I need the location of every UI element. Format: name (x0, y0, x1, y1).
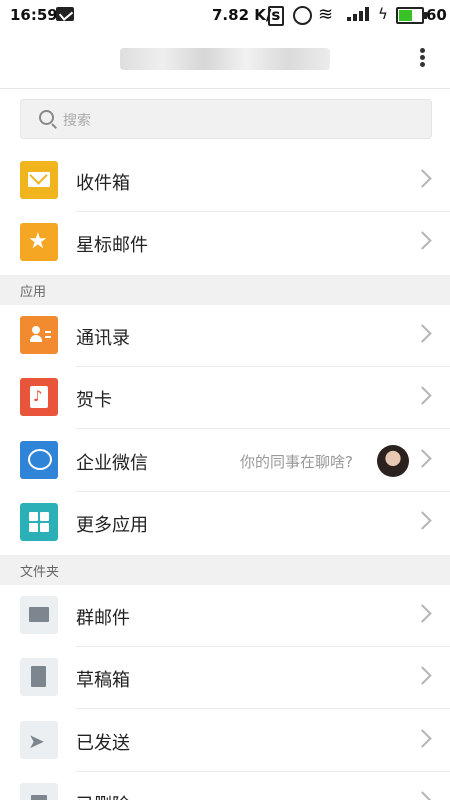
folder-icon (20, 596, 58, 634)
list-item-label: 通讯录 (76, 328, 130, 349)
alarm-icon (293, 6, 312, 25)
account-name-blurred[interactable] (120, 48, 330, 70)
section-label: 应用 (20, 285, 47, 300)
chevron-right-icon (413, 791, 432, 800)
star-icon: ★ (20, 223, 58, 261)
trash-icon (20, 783, 58, 800)
greeting-card-icon (20, 378, 58, 416)
list-item-more-apps[interactable]: 更多应用 (0, 492, 450, 554)
status-bar: 16:59 7.82 K/s ≋ ϟ 60 (0, 0, 450, 30)
contacts-icon (20, 316, 58, 354)
search-input[interactable]: 搜索 (20, 99, 432, 139)
chevron-right-icon (413, 604, 432, 623)
cell-signal-icon (347, 7, 373, 21)
divider (76, 708, 450, 709)
title-bar (0, 30, 450, 89)
vibrate-icon (268, 6, 284, 26)
list-item-label: 收件箱 (76, 173, 130, 194)
list-item-label: 已删除 (76, 791, 130, 800)
search-icon (39, 110, 54, 125)
chevron-right-icon (413, 324, 432, 343)
chevron-right-icon (413, 511, 432, 530)
more-apps-icon (20, 503, 58, 541)
list-item-group-mail[interactable]: 群邮件 (0, 585, 450, 647)
wework-hint: 你的同事在聊啥? (240, 453, 353, 471)
list-item-label: 更多应用 (76, 515, 148, 536)
list-item-label: 企业微信 (76, 453, 148, 474)
more-vertical-icon[interactable] (412, 46, 432, 72)
message-notification-icon (56, 7, 74, 21)
search-placeholder: 搜索 (63, 113, 91, 129)
chevron-right-icon (413, 449, 432, 468)
list-item-sent[interactable]: ➤ 已发送 (0, 710, 450, 772)
list-item-wework[interactable]: 企业微信 你的同事在聊啥? (0, 430, 450, 492)
list-item-label: 已发送 (76, 733, 130, 754)
status-time: 16:59 (10, 6, 58, 24)
list-item-label: 星标邮件 (76, 235, 148, 256)
section-label: 文件夹 (20, 565, 60, 580)
divider (76, 428, 450, 429)
inbox-icon (20, 161, 58, 199)
list-item-label: 贺卡 (76, 390, 112, 411)
chevron-right-icon (413, 231, 432, 250)
chevron-right-icon (413, 386, 432, 405)
charging-icon: ϟ (378, 5, 388, 23)
list-item-contacts[interactable]: 通讯录 (0, 305, 450, 367)
list-item-deleted[interactable]: 已删除 (0, 772, 450, 800)
drafts-icon (20, 658, 58, 696)
list-item-label: 群邮件 (76, 608, 130, 629)
wework-icon (20, 441, 58, 479)
list-item-starred[interactable]: ★ 星标邮件 (0, 212, 450, 274)
chevron-right-icon (413, 169, 432, 188)
battery-level: 60 (426, 6, 447, 24)
list-item-label: 草稿箱 (76, 670, 130, 691)
section-header-folders: 文件夹 (0, 555, 450, 585)
chevron-right-icon (413, 666, 432, 685)
list-item-drafts[interactable]: 草稿箱 (0, 647, 450, 709)
list-item-greeting-card[interactable]: 贺卡 (0, 367, 450, 429)
battery-icon (396, 7, 427, 24)
avatar (377, 445, 409, 477)
sent-icon: ➤ (20, 721, 58, 759)
section-header-apps: 应用 (0, 275, 450, 305)
wifi-icon: ≋ (318, 4, 334, 25)
list-item-inbox[interactable]: 收件箱 (0, 150, 450, 212)
chevron-right-icon (413, 729, 432, 748)
